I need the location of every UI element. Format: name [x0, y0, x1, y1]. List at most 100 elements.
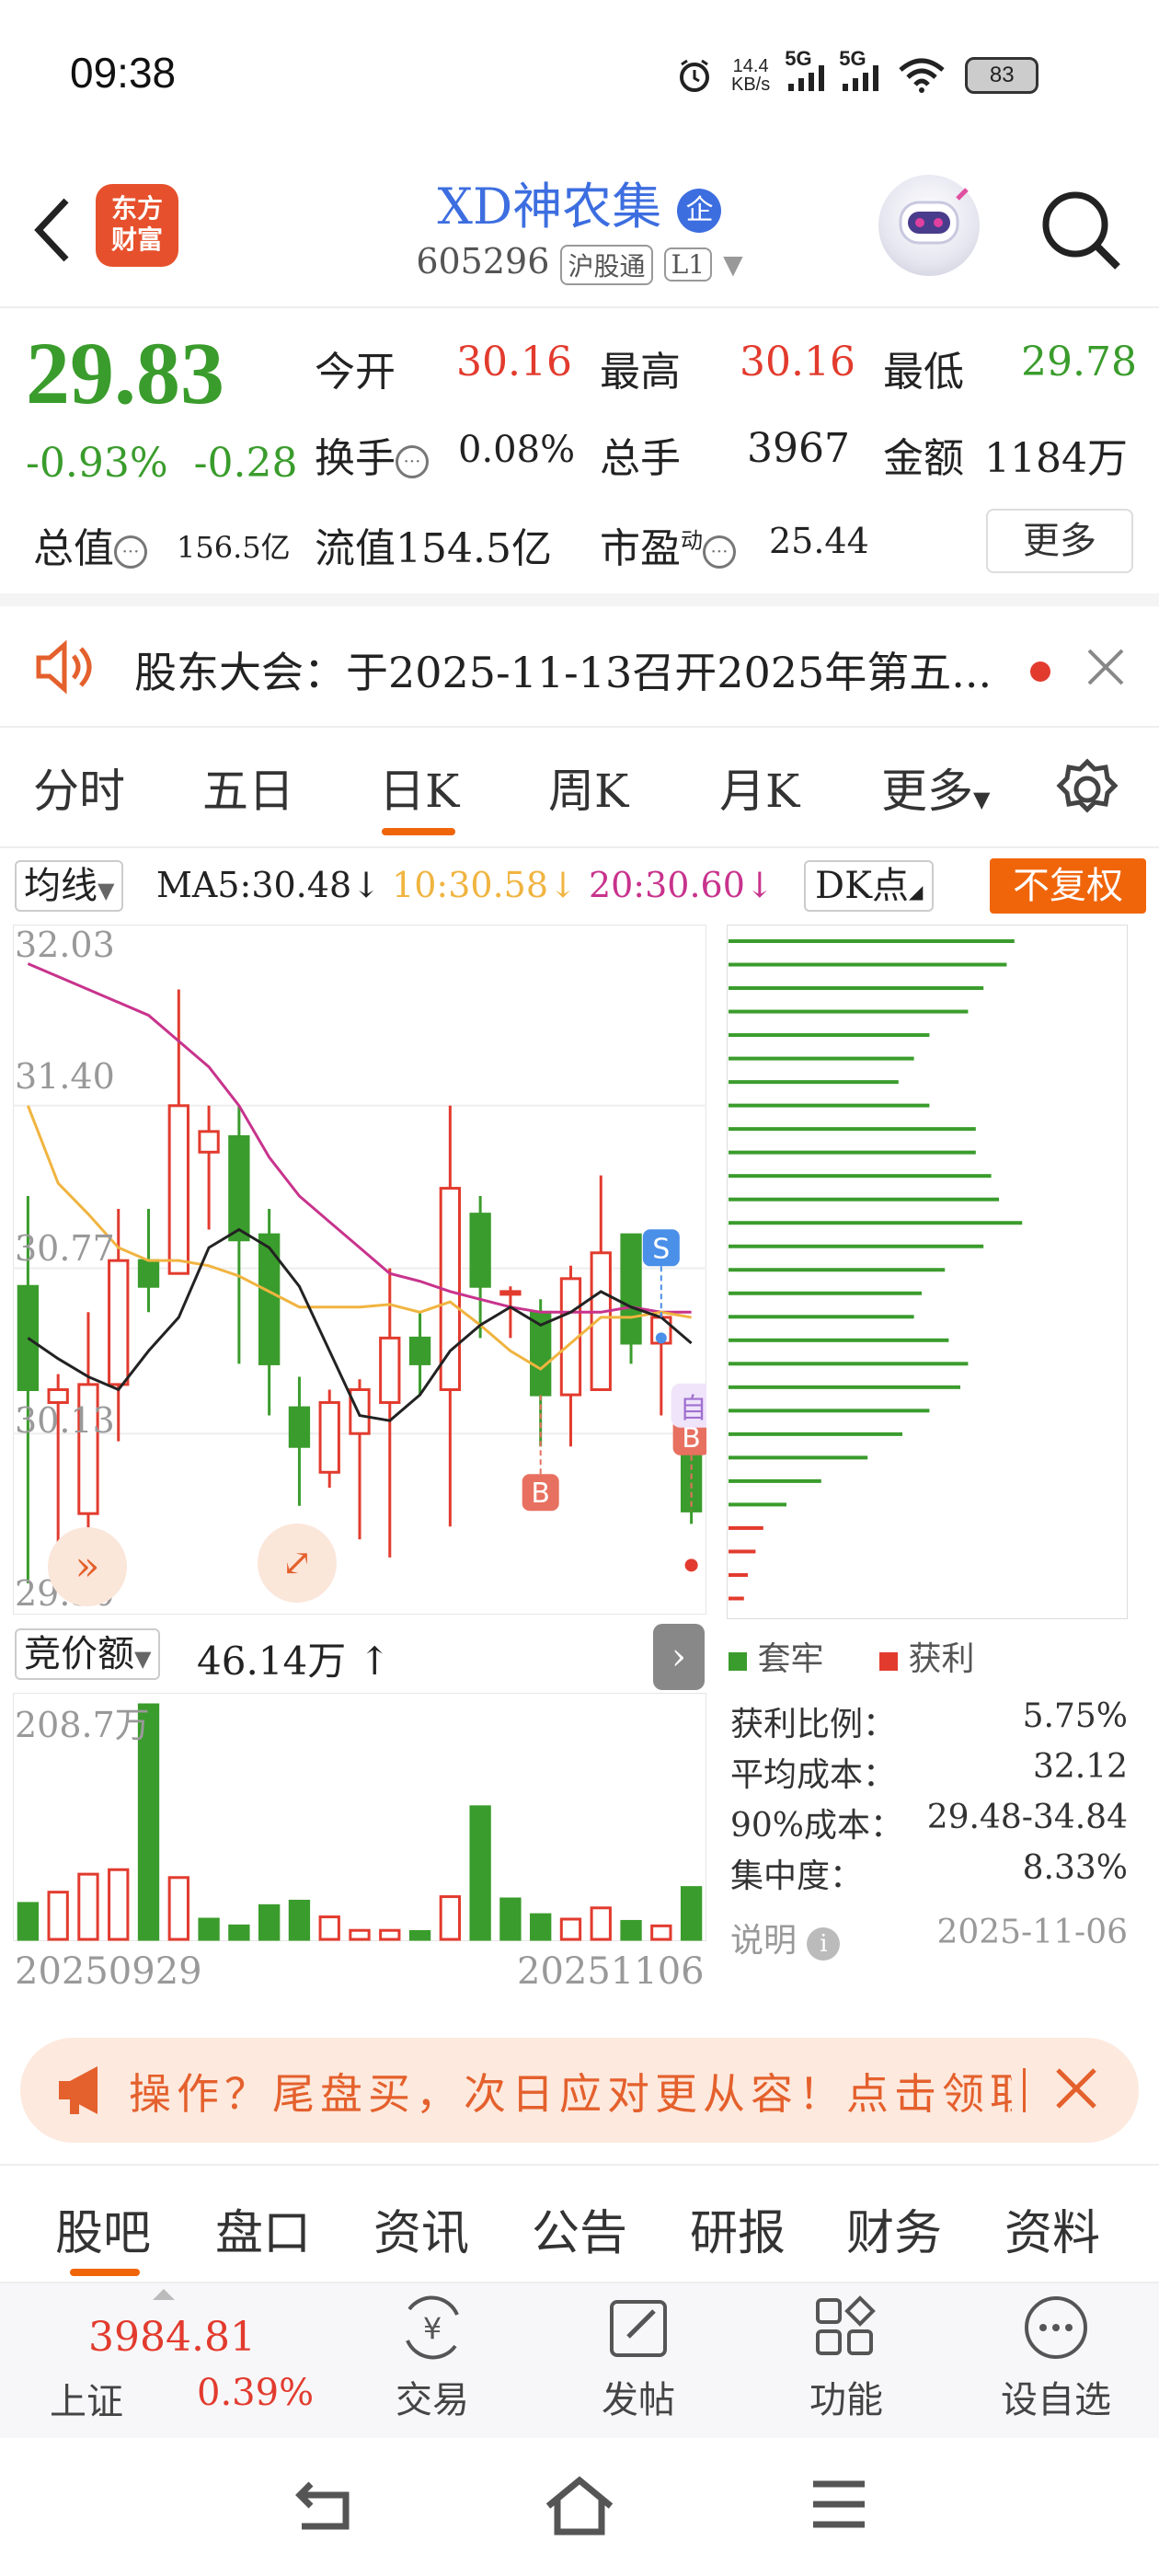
info-icon[interactable]: ···: [396, 444, 429, 478]
mktcap-label: 总值 ···: [33, 515, 147, 574]
tab-news[interactable]: 资讯: [373, 2194, 469, 2263]
ma-selector[interactable]: 均线▼: [15, 860, 124, 912]
chip-bar: [729, 1362, 969, 1366]
candlestick-chart[interactable]: SBB自: [13, 925, 706, 1615]
stock-code: 605296: [416, 241, 550, 282]
mktcap-value: 156.5亿: [177, 530, 291, 565]
alarm-icon: [680, 59, 709, 92]
volume-indicator-selector[interactable]: 竞价额▼: [15, 1628, 161, 1680]
chip-bar: [729, 1291, 922, 1295]
gear-icon[interactable]: [1054, 756, 1120, 822]
back-icon[interactable]: [26, 193, 81, 267]
chevron-down-icon: ▼: [134, 1646, 152, 1672]
notice-bar[interactable]: 股东大会：于2025-11-13召开2025年第五...: [0, 606, 1159, 726]
chip-bar: [729, 1268, 946, 1272]
tab-five-day[interactable]: 五日: [202, 754, 294, 821]
fullscreen-icon[interactable]: ⤢: [258, 1524, 337, 1603]
tab-research[interactable]: 研报: [690, 2194, 786, 2263]
volume-max-label: 208.7万: [15, 1705, 150, 1745]
tab-financials[interactable]: 财务: [846, 2194, 942, 2263]
tab-daily-k[interactable]: 日K: [379, 754, 459, 821]
tab-forum[interactable]: 股吧: [55, 2194, 151, 2263]
chip-bar: [729, 1174, 992, 1179]
post-button[interactable]: 发帖: [574, 2291, 703, 2429]
volume-bar: [288, 1899, 311, 1941]
tab-order-book[interactable]: 盘口: [215, 2194, 311, 2263]
chevron-down-icon: ▼: [98, 878, 115, 903]
chip-bar: [729, 1432, 902, 1436]
back-nav-icon[interactable]: [291, 2477, 359, 2536]
active-tab-indicator: [70, 2269, 140, 2276]
chip-bar: [729, 1385, 960, 1389]
level-tag: L1: [663, 247, 713, 282]
chip-note-row: 说明 i 2025-11-06: [730, 1914, 1128, 1961]
chip-bar: [729, 1056, 914, 1061]
candle-body: [349, 1387, 371, 1435]
amount-value: 1184万: [984, 435, 1128, 482]
volume-bar: [17, 1902, 40, 1941]
close-icon[interactable]: [1085, 647, 1126, 687]
notice-text: 股东大会：于2025-11-13召开2025年第五...: [134, 648, 993, 697]
system-nav-bar: [0, 2438, 1159, 2576]
add-watchlist-button[interactable]: 设自选: [992, 2291, 1120, 2429]
chip-bar: [729, 1525, 763, 1530]
more-button[interactable]: 更多: [986, 509, 1133, 573]
chip-bar: [729, 1572, 748, 1577]
divider: [1023, 2068, 1026, 2112]
info-icon[interactable]: i: [807, 1927, 841, 1961]
dk-point-selector[interactable]: DK点◢: [804, 860, 935, 912]
signal-icon: 5G: [785, 47, 825, 91]
tab-weekly-k[interactable]: 周K: [548, 754, 628, 821]
stock-title: XD神农集 企: [386, 166, 773, 238]
tab-profile[interactable]: 资料: [1004, 2194, 1100, 2263]
ma5-value: MA5:30.48: [156, 865, 352, 905]
amount-label: 金额: [883, 435, 964, 482]
volume-bar: [620, 1919, 642, 1941]
function-button[interactable]: 功能: [782, 2291, 911, 2429]
candle-body: [137, 1259, 160, 1288]
expand-button[interactable]: ›: [653, 1624, 705, 1690]
tab-intraday[interactable]: 分时: [33, 754, 125, 821]
candle-body: [499, 1290, 522, 1296]
home-nav-icon[interactable]: [543, 2475, 616, 2537]
forward-icon[interactable]: »: [48, 1527, 127, 1606]
volume-bar: [650, 1924, 672, 1941]
assistant-robot-avatar[interactable]: [878, 175, 980, 276]
x-end-date: 20251106: [517, 1950, 705, 1993]
enterprise-badge: 企: [677, 189, 722, 233]
info-icon[interactable]: ···: [703, 535, 736, 569]
open-label: 今开: [315, 349, 396, 396]
chip-bar: [729, 1009, 969, 1014]
volume-bar: [77, 1872, 99, 1941]
active-tab-indicator: [382, 828, 455, 835]
menu-nav-icon[interactable]: [809, 2477, 868, 2532]
turnover-label: 换手 ···: [315, 425, 429, 484]
volume-bar: [439, 1895, 462, 1941]
candle-body: [620, 1233, 642, 1345]
close-icon[interactable]: [1049, 2061, 1104, 2116]
tab-more[interactable]: 更多▼: [881, 754, 990, 821]
volume-bar: [318, 1915, 340, 1941]
status-icons: 14.4 KB/s 5G 5G 83: [676, 47, 1039, 103]
legend-profit: 获利: [879, 1632, 974, 1680]
edit-icon: [610, 2300, 667, 2357]
info-icon[interactable]: ···: [114, 535, 147, 569]
stock-code-line[interactable]: 605296 沪股通 L1 ▼: [386, 241, 773, 285]
marker-label: B: [531, 1478, 550, 1510]
trade-button[interactable]: ¥ 交易: [368, 2291, 497, 2429]
y-tick-label: 31.40: [15, 1056, 115, 1097]
tab-monthly-k[interactable]: 月K: [719, 754, 799, 821]
tab-announcements[interactable]: 公告: [532, 2194, 627, 2263]
volume-bar: [499, 1897, 522, 1941]
low-label: 最低: [883, 349, 964, 396]
volume-bar: [167, 1876, 189, 1941]
chip-bar: [729, 1033, 930, 1038]
search-icon[interactable]: [1035, 184, 1127, 276]
index-value[interactable]: 3984.81: [88, 2314, 256, 2361]
volume-indicator-value: 46.14万 ↑: [197, 1639, 391, 1684]
grid-icon: [816, 2295, 876, 2355]
volume-label: 总手: [600, 435, 681, 482]
y-tick-label: 32.03: [15, 925, 115, 965]
volume-bar: [379, 1928, 401, 1941]
price-adjust-button[interactable]: 不复权: [990, 858, 1146, 914]
